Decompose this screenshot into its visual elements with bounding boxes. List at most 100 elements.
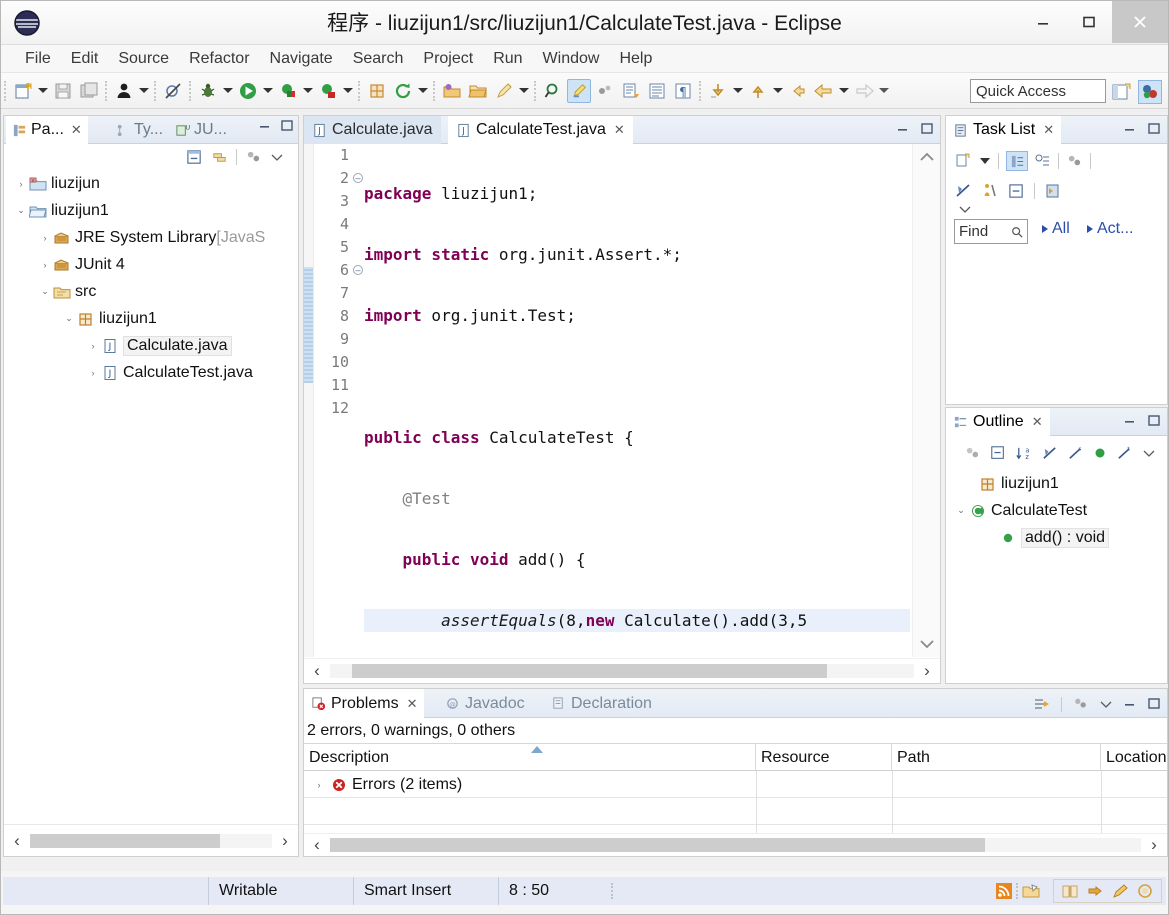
run-coverage-button[interactable] bbox=[276, 79, 300, 103]
toggle-block-selection-button[interactable]: ¶ bbox=[671, 79, 695, 103]
expand-arrow-icon[interactable]: › bbox=[38, 260, 52, 270]
sort-alphabetically-icon[interactable]: a z bbox=[1015, 445, 1032, 462]
search-button[interactable] bbox=[541, 79, 565, 103]
hide-nonpublic-icon[interactable] bbox=[1093, 446, 1107, 460]
outline-menu-chevron-icon[interactable] bbox=[1142, 446, 1156, 460]
scroll-left-arrow-icon[interactable]: ‹ bbox=[304, 835, 330, 855]
tree-item-src[interactable]: ⌄ src bbox=[4, 278, 298, 305]
scroll-track[interactable] bbox=[330, 664, 914, 678]
outline-view-menu-icon[interactable] bbox=[964, 445, 981, 462]
quick-access-input[interactable]: Quick Access bbox=[970, 79, 1106, 103]
scroll-track[interactable] bbox=[30, 833, 272, 848]
column-header-path[interactable]: Path bbox=[892, 744, 1101, 771]
debug-dropdown[interactable] bbox=[221, 80, 235, 102]
show-whitespace-button[interactable] bbox=[645, 79, 669, 103]
tree-item-package-liuzijun1[interactable]: ⌄ liuzijun1 bbox=[4, 305, 298, 332]
maximize-icon[interactable] bbox=[280, 119, 294, 133]
menu-help[interactable]: Help bbox=[609, 48, 662, 70]
editor-horizontal-scrollbar[interactable]: ‹ › bbox=[304, 658, 940, 683]
new-java-package-button[interactable] bbox=[365, 79, 389, 103]
back-dropdown[interactable] bbox=[837, 80, 851, 102]
focus-on-selection-icon[interactable] bbox=[1033, 696, 1051, 712]
outline-item-method[interactable]: add() : void bbox=[946, 524, 1167, 551]
collapse-arrow-icon[interactable]: ⌄ bbox=[38, 286, 52, 297]
new-task-icon[interactable] bbox=[954, 152, 972, 170]
tab-declaration[interactable]: Declaration bbox=[544, 689, 659, 718]
external-tools-dropdown[interactable] bbox=[341, 80, 355, 102]
minimize-icon[interactable] bbox=[896, 122, 910, 136]
tab-package-explorer[interactable]: Pa... ✕ bbox=[6, 116, 88, 144]
scroll-thumb[interactable] bbox=[30, 833, 220, 848]
annotation-ruler[interactable] bbox=[304, 144, 314, 657]
collapse-all-icon[interactable] bbox=[1008, 183, 1025, 200]
minimize-icon[interactable] bbox=[1123, 697, 1137, 711]
menu-project[interactable]: Project bbox=[413, 48, 483, 70]
table-row[interactable]: › Errors (2 items) bbox=[304, 771, 1167, 798]
tab-close-icon[interactable]: ✕ bbox=[1032, 414, 1043, 430]
scroll-thumb[interactable] bbox=[352, 664, 827, 678]
collapse-all-icon[interactable] bbox=[186, 149, 203, 166]
open-type-button[interactable] bbox=[440, 79, 464, 103]
tab-junit[interactable]: U JU... bbox=[169, 116, 233, 144]
open-resource-button[interactable] bbox=[466, 79, 490, 103]
back-history-small-button[interactable] bbox=[786, 79, 810, 103]
view-menu-chevron-icon[interactable] bbox=[1099, 697, 1113, 711]
task-view-menu-icon[interactable] bbox=[1066, 153, 1083, 170]
refresh-dropdown[interactable] bbox=[416, 80, 430, 102]
tree-item-calculatetest-java[interactable]: › J CalculateTest.java bbox=[4, 359, 298, 386]
run-button[interactable] bbox=[236, 79, 260, 103]
p2-pointer-icon[interactable] bbox=[1085, 881, 1105, 901]
window-close-button[interactable] bbox=[1112, 1, 1168, 43]
collapse-arrow-icon[interactable]: ⌄ bbox=[14, 205, 28, 216]
external-tools-button[interactable] bbox=[316, 79, 340, 103]
code-text[interactable]: package liuzijun1; import static org.jun… bbox=[364, 144, 910, 657]
menu-file[interactable]: File bbox=[15, 48, 61, 70]
problems-row-description[interactable]: › Errors (2 items) bbox=[312, 771, 463, 798]
problems-view-menu-icon[interactable] bbox=[1072, 696, 1089, 712]
coverage-dropdown[interactable] bbox=[301, 80, 315, 102]
window-maximize-button[interactable] bbox=[1066, 1, 1112, 43]
scroll-left-arrow-icon[interactable]: ‹ bbox=[304, 661, 330, 681]
expand-arrow-icon[interactable]: › bbox=[86, 341, 100, 351]
maximize-icon[interactable] bbox=[1147, 122, 1161, 136]
book-icon[interactable] bbox=[1060, 881, 1080, 901]
editor-tab-calculate-java[interactable]: J Calculate.java bbox=[304, 116, 441, 144]
menu-source[interactable]: Source bbox=[108, 48, 179, 70]
hide-static-members-icon[interactable]: s bbox=[1067, 445, 1084, 462]
toggle-mark-occurrences-button[interactable] bbox=[567, 78, 591, 103]
scroll-track[interactable] bbox=[330, 838, 1141, 852]
hide-fields-icon[interactable] bbox=[1041, 445, 1058, 462]
task-list-menu-chevron-icon[interactable] bbox=[958, 202, 972, 216]
open-task-icon[interactable] bbox=[1021, 881, 1041, 901]
minimize-icon[interactable] bbox=[1123, 414, 1137, 428]
menu-navigate[interactable]: Navigate bbox=[260, 48, 343, 70]
link-with-editor-icon[interactable] bbox=[211, 149, 228, 166]
task-filter-all[interactable]: All bbox=[1041, 220, 1070, 238]
tree-item-jre-system-library[interactable]: › JRE System Library [JavaS bbox=[4, 224, 298, 251]
link-with-editor-button[interactable] bbox=[593, 79, 617, 103]
scheduled-view-icon[interactable] bbox=[1035, 153, 1051, 169]
scroll-right-arrow-icon[interactable]: › bbox=[914, 661, 940, 681]
forward-button[interactable] bbox=[852, 79, 876, 103]
expand-arrow-icon[interactable]: › bbox=[312, 780, 326, 790]
maximize-icon[interactable] bbox=[1147, 697, 1161, 711]
table-row[interactable] bbox=[304, 798, 1167, 825]
previous-edit-location-button[interactable] bbox=[706, 79, 730, 103]
scroll-right-arrow-icon[interactable]: › bbox=[1141, 835, 1167, 855]
maximize-icon[interactable] bbox=[1147, 414, 1161, 428]
package-explorer-hscrollbar[interactable]: ‹ › bbox=[4, 824, 298, 856]
back-button[interactable] bbox=[812, 79, 836, 103]
tree-item-liuzijun1[interactable]: ⌄ liuzijun1 bbox=[4, 197, 298, 224]
award-badge-icon[interactable] bbox=[1135, 881, 1155, 901]
task-find-input[interactable]: Find bbox=[954, 219, 1028, 244]
refresh-button[interactable] bbox=[391, 79, 415, 103]
focus-on-workweek-icon[interactable] bbox=[954, 182, 972, 200]
debug-button[interactable] bbox=[196, 79, 220, 103]
next-edit-dropdown[interactable] bbox=[771, 80, 785, 102]
folding-column[interactable]: – – bbox=[352, 144, 364, 657]
editor-tab-close-icon[interactable]: ✕ bbox=[614, 122, 625, 138]
collapse-arrow-icon[interactable]: ⌄ bbox=[954, 505, 968, 516]
tree-item-liuzijun[interactable]: › liuzijun bbox=[4, 170, 298, 197]
maximize-icon[interactable] bbox=[920, 122, 934, 136]
tab-type-hierarchy[interactable]: Ty... bbox=[109, 116, 169, 144]
